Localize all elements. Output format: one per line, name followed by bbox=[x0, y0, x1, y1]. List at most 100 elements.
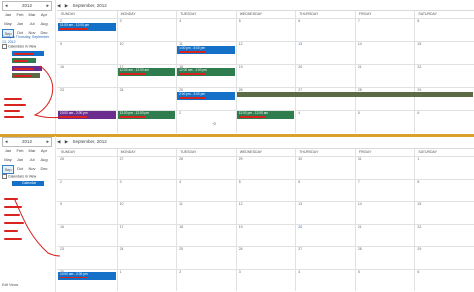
day-number[interactable]: 31 bbox=[358, 157, 362, 161]
prev-month-button[interactable]: ◀ bbox=[57, 3, 60, 8]
month-mar[interactable]: Mar bbox=[26, 147, 38, 154]
month-jan[interactable]: Jan bbox=[2, 147, 14, 154]
day-number[interactable]: 20 bbox=[298, 225, 302, 229]
day-number[interactable]: 3 bbox=[239, 270, 241, 274]
day-number[interactable]: 6 bbox=[417, 270, 419, 274]
day-number[interactable]: 6 bbox=[417, 111, 419, 115]
next-month-button[interactable]: ▶ bbox=[65, 3, 68, 8]
month-mar[interactable]: Mar bbox=[26, 11, 38, 18]
day-number[interactable]: 30 bbox=[298, 157, 302, 161]
day-number[interactable]: 5 bbox=[358, 111, 360, 115]
day-number[interactable]: 3 bbox=[120, 180, 122, 184]
day-number[interactable]: 14 bbox=[358, 202, 362, 206]
day-number[interactable]: 14 bbox=[358, 42, 362, 46]
day-number[interactable]: 10 bbox=[120, 202, 124, 206]
calendar-event[interactable]: 12:00 pm - 12:00 pm bbox=[117, 111, 176, 119]
day-number[interactable]: 2 bbox=[179, 111, 181, 115]
day-number[interactable]: 1 bbox=[417, 157, 419, 161]
day-number[interactable]: 13 bbox=[298, 202, 302, 206]
day-number[interactable]: 23 bbox=[60, 88, 64, 92]
day-number[interactable]: 9 bbox=[60, 202, 62, 206]
day-number[interactable]: 7 bbox=[358, 180, 360, 184]
day-number[interactable]: 29 bbox=[417, 247, 421, 251]
calendar-event[interactable]: 11:00 am - 12:00 pm bbox=[58, 23, 116, 31]
day-number[interactable]: 16 bbox=[60, 225, 64, 229]
month-may[interactable]: May bbox=[2, 20, 14, 27]
month-jan[interactable]: Jan bbox=[2, 11, 14, 18]
day-number[interactable]: 16 bbox=[60, 65, 64, 69]
calendar-chip-olive[interactable] bbox=[12, 73, 40, 78]
month-jul[interactable]: Jul bbox=[26, 20, 38, 27]
month-may[interactable]: May bbox=[2, 156, 14, 163]
more-events-link[interactable]: +2 bbox=[212, 122, 216, 126]
day-number[interactable]: 11 bbox=[179, 202, 183, 206]
calendar-event[interactable]: 1:00 pm - 5:00 pm bbox=[177, 46, 235, 54]
day-number[interactable]: 12 bbox=[239, 42, 243, 46]
checkbox-icon[interactable] bbox=[2, 174, 7, 179]
day-number[interactable]: 15 bbox=[417, 42, 421, 46]
calendar-event[interactable]: 12:00 am - 12:00 am bbox=[117, 68, 176, 76]
day-number[interactable]: 22 bbox=[417, 225, 421, 229]
day-number[interactable]: 27 bbox=[298, 247, 302, 251]
calendar-chip-green[interactable] bbox=[12, 58, 36, 63]
day-number[interactable]: 2 bbox=[179, 270, 181, 274]
month-jul[interactable]: Jul bbox=[26, 156, 38, 163]
day-number[interactable]: 8 bbox=[417, 180, 419, 184]
year-navigator[interactable]: ◂ 2012 ▸ bbox=[2, 1, 52, 11]
day-number[interactable]: 23 bbox=[60, 247, 64, 251]
month-jun[interactable]: Jun bbox=[14, 20, 26, 27]
day-number[interactable]: 29 bbox=[239, 157, 243, 161]
day-number[interactable]: 15 bbox=[417, 202, 421, 206]
month-feb[interactable]: Feb bbox=[14, 147, 26, 154]
day-number[interactable]: 21 bbox=[358, 65, 362, 69]
day-number[interactable]: 2 bbox=[60, 180, 62, 184]
month-feb[interactable]: Feb bbox=[14, 11, 26, 18]
next-month-button[interactable]: ▶ bbox=[65, 139, 68, 144]
day-number[interactable]: 12 bbox=[239, 202, 243, 206]
day-number[interactable]: 24 bbox=[120, 247, 124, 251]
day-number[interactable]: 5 bbox=[239, 19, 241, 23]
month-dec[interactable]: Dec bbox=[38, 165, 50, 172]
next-year-arrow-icon[interactable]: ▸ bbox=[46, 138, 49, 146]
day-number[interactable]: 4 bbox=[179, 180, 181, 184]
day-number[interactable]: 17 bbox=[120, 225, 124, 229]
day-number[interactable]: 22 bbox=[417, 65, 421, 69]
day-number[interactable]: 4 bbox=[298, 270, 300, 274]
day-number[interactable]: 13 bbox=[298, 42, 302, 46]
month-aug[interactable]: Aug bbox=[38, 156, 50, 163]
month-sep[interactable]: Sep bbox=[2, 165, 14, 174]
month-apr[interactable]: Apr bbox=[38, 11, 50, 18]
calendars-in-view[interactable]: Calendars in View bbox=[2, 44, 52, 49]
calendar-event-multiday[interactable] bbox=[236, 92, 473, 97]
day-number[interactable]: 6 bbox=[298, 180, 300, 184]
day-number[interactable]: 7 bbox=[358, 19, 360, 23]
day-number[interactable]: 10 bbox=[120, 42, 124, 46]
calendar-chip-blue[interactable]: Calendar bbox=[12, 181, 44, 186]
day-number[interactable]: 8 bbox=[417, 19, 419, 23]
month-apr[interactable]: Apr bbox=[38, 147, 50, 154]
month-oct[interactable]: Oct bbox=[14, 165, 26, 172]
calendar-event[interactable]: 10:00 am - 2:00 pm bbox=[58, 111, 116, 119]
edit-views-link[interactable]: Edit Views bbox=[2, 283, 18, 287]
checkbox-icon[interactable] bbox=[2, 44, 7, 49]
day-number[interactable]: 3 bbox=[120, 19, 122, 23]
calendar-event[interactable]: 10:00 am - 2:00 pm bbox=[58, 271, 116, 280]
calendar-event[interactable]: 2:00 pm - 3:00 pm bbox=[177, 92, 235, 100]
calendar-chip-blue[interactable] bbox=[12, 51, 44, 56]
calendar-event[interactable]: 12:00 am - 1:00 pm bbox=[177, 68, 235, 76]
prev-year-arrow-icon[interactable]: ◂ bbox=[5, 2, 8, 10]
day-number[interactable]: 1 bbox=[120, 270, 122, 274]
next-year-arrow-icon[interactable]: ▸ bbox=[46, 2, 49, 10]
today-link[interactable]: Today is Thursday, September 13, 2012 bbox=[2, 35, 52, 44]
month-jun[interactable]: Jun bbox=[14, 156, 26, 163]
day-number[interactable]: 5 bbox=[358, 270, 360, 274]
day-number[interactable]: 4 bbox=[298, 111, 300, 115]
calendar-chip-purple[interactable] bbox=[12, 66, 42, 71]
day-number[interactable]: 6 bbox=[298, 19, 300, 23]
day-number[interactable]: 5 bbox=[239, 180, 241, 184]
prev-year-arrow-icon[interactable]: ◂ bbox=[5, 138, 8, 146]
day-number[interactable]: 28 bbox=[179, 157, 183, 161]
day-number[interactable]: 20 bbox=[298, 65, 302, 69]
day-number[interactable]: 9 bbox=[60, 42, 62, 46]
prev-month-button[interactable]: ◀ bbox=[57, 139, 60, 144]
